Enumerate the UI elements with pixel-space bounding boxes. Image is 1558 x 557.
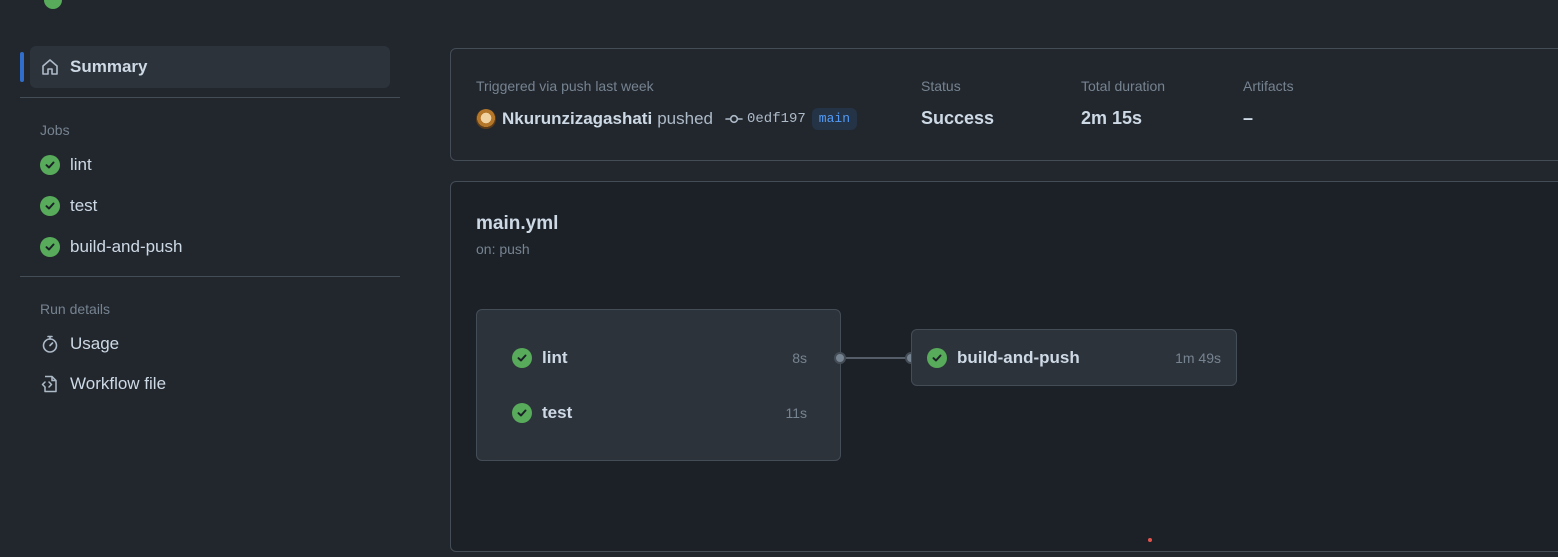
cursor-marker (1148, 538, 1152, 542)
duration-value: 2m 15s (1081, 108, 1143, 128)
run-sidebar: Summary Jobs lint test build-and-push Ru… (20, 46, 400, 404)
file-code-icon (41, 375, 57, 393)
job-duration: 8s (792, 350, 807, 366)
sidebar-item-summary[interactable]: Summary (20, 46, 390, 88)
push-info: Nkurunzizagashati pushed 0edf197 main (476, 107, 858, 131)
job-node-build-and-push[interactable]: build-and-push 1m 49s (911, 329, 1237, 386)
sidebar-item-label: test (70, 195, 98, 215)
sidebar-item-job-build-and-push[interactable]: build-and-push (40, 226, 400, 267)
status-label: Status (921, 78, 961, 94)
user-link[interactable]: Nkurunzizagashati (502, 109, 652, 129)
check-circle-icon (40, 154, 60, 175)
divider (20, 276, 400, 277)
workflow-graph-panel: main.yml on: push lint 8s test 11s build… (450, 181, 1558, 552)
job-duration: 1m 49s (1175, 349, 1221, 366)
sidebar-item-label: Workflow file (70, 374, 167, 393)
workflow-file-name[interactable]: main.yml (476, 213, 558, 235)
job-node-test[interactable]: test 11s (512, 400, 807, 426)
branch-badge[interactable]: main (811, 108, 858, 130)
sidebar-item-label: build-and-push (70, 236, 183, 256)
job-name: test (542, 403, 573, 422)
duration-label: Total duration (1081, 78, 1166, 94)
page-header-fragment (0, 0, 1558, 10)
sidebar-item-label: Usage (70, 334, 120, 353)
avatar[interactable] (476, 109, 496, 129)
check-circle-icon (512, 348, 532, 368)
job-name: lint (542, 348, 568, 367)
jobs-section-title: Jobs (40, 122, 70, 138)
sidebar-item-label: lint (70, 154, 92, 174)
job-node-lint[interactable]: lint 8s (512, 345, 807, 371)
sidebar-item-usage[interactable]: Usage (40, 324, 400, 364)
workflow-trigger: on: push (476, 241, 530, 257)
trigger-text: Triggered via push last week (476, 78, 654, 94)
run-status-icon (44, 0, 62, 9)
job-group: lint 8s test 11s (476, 309, 841, 461)
active-indicator (20, 52, 24, 82)
check-circle-icon (40, 236, 60, 257)
dependency-line (846, 357, 906, 359)
artifacts-value: – (1243, 108, 1254, 128)
sidebar-item-job-lint[interactable]: lint (40, 144, 400, 185)
run-info-panel: Triggered via push last week Nkurunzizag… (450, 48, 1558, 161)
artifacts-label: Artifacts (1243, 78, 1294, 94)
git-commit-icon (725, 114, 743, 124)
home-icon (42, 59, 58, 75)
job-name: build-and-push (957, 347, 1080, 367)
connector-node-out (834, 352, 846, 364)
commit-sha-link[interactable]: 0edf197 (747, 111, 806, 127)
stopwatch-icon (42, 335, 58, 353)
sidebar-item-label: Summary (70, 57, 148, 76)
sidebar-item-workflow-file[interactable]: Workflow file (40, 364, 400, 404)
divider (20, 97, 400, 98)
check-circle-icon (40, 195, 60, 216)
status-value: Success (921, 108, 995, 128)
check-circle-icon (512, 403, 532, 423)
check-circle-icon (927, 347, 947, 368)
job-duration: 11s (785, 405, 807, 421)
run-details-section-title: Run details (40, 301, 111, 317)
push-verb: pushed (657, 109, 713, 128)
sidebar-item-job-test[interactable]: test (40, 185, 400, 226)
